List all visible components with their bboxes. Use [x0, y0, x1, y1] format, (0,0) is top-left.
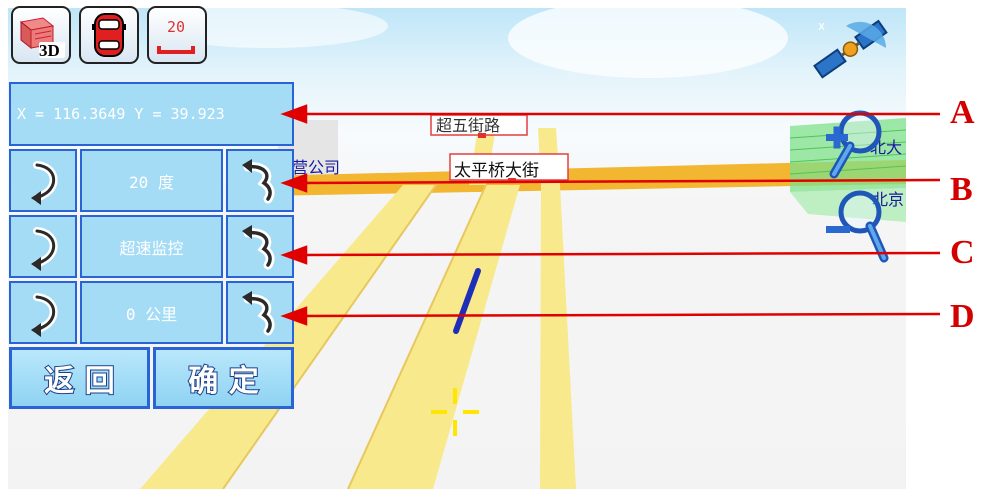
callout-d: D [950, 298, 975, 335]
row3-value: 0 公里 [80, 281, 223, 344]
callout-a: A [950, 94, 975, 131]
zoom-out-button[interactable] [822, 186, 892, 266]
rotate-right-icon [242, 225, 275, 270]
callout-c: C [950, 234, 975, 271]
row3-decrease-button[interactable] [9, 281, 77, 344]
row3-increase-button[interactable] [226, 281, 294, 344]
rotate-left-icon [31, 293, 58, 337]
row1-increase-button[interactable] [226, 149, 294, 212]
zoom-out-icon [826, 190, 889, 263]
back-button-label: 返 回 [43, 363, 115, 400]
row1-value: 20 度 [80, 149, 223, 212]
satellite-icon: x [813, 19, 888, 79]
row2-increase-button[interactable] [226, 215, 294, 278]
map-label-road-top: 超五街路 [436, 116, 501, 135]
map-label-street: 太平桥大街 [454, 161, 539, 181]
view-3d-button[interactable]: 3D [11, 6, 71, 64]
row1-decrease-button[interactable] [9, 149, 77, 212]
svg-text:x: x [818, 19, 825, 33]
confirm-button-label: 确 定 [187, 363, 259, 400]
rotate-right-icon [242, 291, 275, 336]
car-mode-button[interactable] [79, 6, 139, 64]
satellite-button[interactable]: x [806, 12, 892, 82]
view-3d-label: 3D [39, 41, 60, 60]
zoom-in-icon [826, 110, 882, 179]
speed-limit-button[interactable]: 20 [147, 6, 207, 64]
car-icon [92, 13, 126, 57]
row2-decrease-button[interactable] [9, 215, 77, 278]
row2-value: 超速监控 [80, 215, 223, 278]
rotate-left-icon [31, 161, 58, 205]
zoom-in-button[interactable] [822, 106, 892, 182]
coordinate-display: X = 116.3649 Y = 39.923 [9, 82, 294, 146]
road-right [540, 185, 576, 489]
back-button[interactable]: 返 回 [9, 347, 150, 409]
rotate-left-icon [31, 227, 58, 271]
rotate-right-icon [242, 159, 275, 204]
speed-limit-value: 20 [167, 18, 186, 36]
confirm-button[interactable]: 确 定 [153, 347, 294, 409]
callout-b: B [950, 171, 973, 208]
